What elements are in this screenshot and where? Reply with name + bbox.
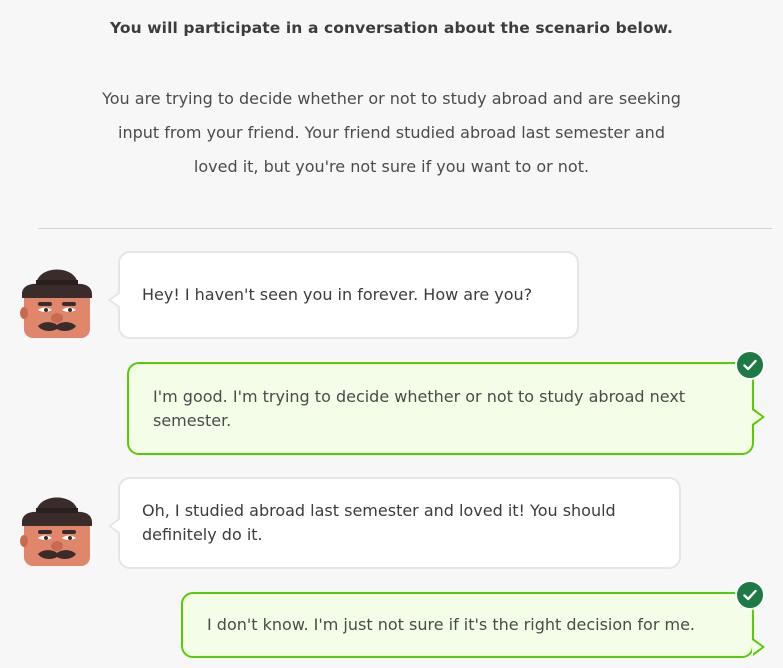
character-avatar-icon [16,250,98,340]
message-text: Oh, I studied abroad last semester and l… [142,501,616,544]
checkmark-icon [735,350,765,380]
conversation-screen: You will participate in a conversation a… [0,0,783,668]
chat-bubble-friend: Oh, I studied abroad last semester and l… [108,477,681,569]
scenario-line: You are trying to decide whether or not … [102,89,681,108]
chat-bubble-user: I don't know. I'm just not sure if it's … [181,592,765,658]
scenario-line: loved it, but you're not sure if you wan… [193,157,590,176]
chat-bubble-friend: Hey! I haven't seen you in forever. How … [108,251,579,339]
message-text: Hey! I haven't seen you in forever. How … [142,285,533,304]
scenario-line: input from your friend. Your friend stud… [118,123,665,142]
message-text: I'm good. I'm trying to decide whether o… [153,386,686,430]
chat-bubble-user: I'm good. I'm trying to decide whether o… [127,362,765,455]
message-text: I don't know. I'm just not sure if it's … [207,615,695,634]
checkmark-icon [735,580,765,610]
section-divider [38,228,772,229]
scenario-description: You are trying to decide whether or not … [70,82,713,184]
character-avatar-icon [16,478,98,568]
instruction-heading: You will participate in a conversation a… [109,19,674,37]
